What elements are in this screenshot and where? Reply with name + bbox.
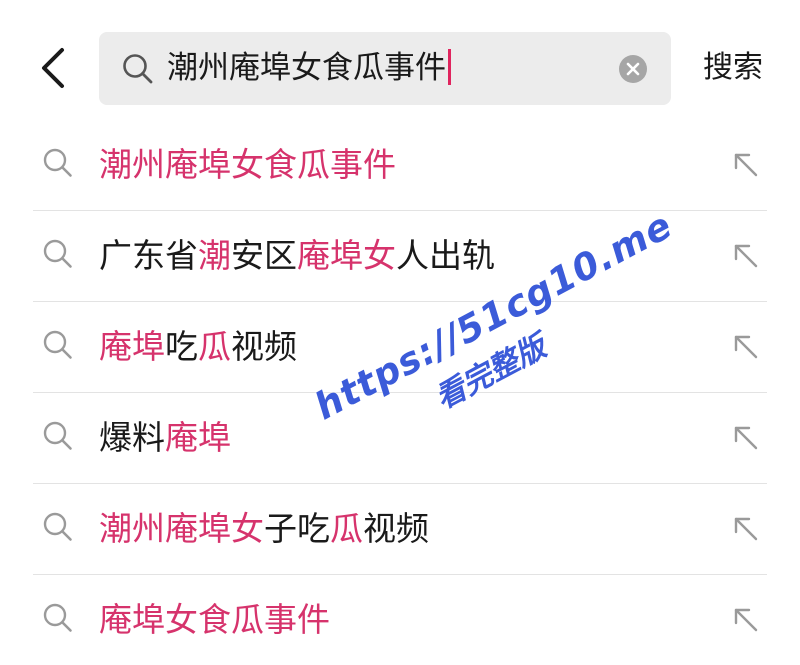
search-icon <box>43 239 72 268</box>
arrow-up-left-icon <box>734 608 758 632</box>
arrow-up-left-icon <box>734 426 758 450</box>
fill-query-button[interactable] <box>728 147 762 181</box>
search-input[interactable]: 潮州庵埠女食瓜事件 <box>99 32 671 105</box>
suggestion-text-part: 爆料 <box>99 418 165 457</box>
fill-query-button[interactable] <box>728 238 762 272</box>
search-icon <box>43 330 72 359</box>
matched-text: 庵埠女食瓜事件 <box>99 600 330 639</box>
search-icon <box>43 148 72 177</box>
suggestion-text-part: 广东省 <box>99 236 198 275</box>
suggestion-item[interactable]: 庵埠吃瓜视频 <box>33 302 767 393</box>
matched-text: 潮州庵埠女 <box>99 509 264 548</box>
search-icon <box>43 603 72 632</box>
arrow-up-left-icon <box>734 335 758 359</box>
matched-text: 瓜 <box>198 327 231 366</box>
back-button[interactable] <box>30 44 78 92</box>
matched-text: 庵埠女 <box>297 236 396 275</box>
suggestion-text: 庵埠吃瓜视频 <box>99 302 297 392</box>
suggestion-text-part: 吃 <box>165 327 198 366</box>
clear-button[interactable] <box>618 54 648 84</box>
suggestion-text: 广东省潮安区庵埠女人出轨 <box>99 211 495 301</box>
arrow-up-left-icon <box>734 153 758 177</box>
suggestion-text-part: 视频 <box>231 327 297 366</box>
suggestion-item[interactable]: 爆料庵埠 <box>33 393 767 484</box>
suggestion-text: 潮州庵埠女食瓜事件 <box>99 120 396 210</box>
suggestion-item[interactable]: 潮州庵埠女子吃瓜视频 <box>33 484 767 575</box>
arrow-up-left-icon <box>734 517 758 541</box>
matched-text: 瓜 <box>330 509 363 548</box>
search-header: 潮州庵埠女食瓜事件 搜索 <box>0 0 800 120</box>
suggestion-text-part: 子吃 <box>264 509 330 548</box>
clear-circle-icon <box>619 55 647 83</box>
matched-text: 庵埠 <box>99 327 165 366</box>
fill-query-button[interactable] <box>728 602 762 636</box>
search-query-field[interactable]: 潮州庵埠女食瓜事件 <box>167 32 451 105</box>
matched-text: 潮州庵埠女食瓜事件 <box>99 145 396 184</box>
search-query-text: 潮州庵埠女食瓜事件 <box>167 50 446 86</box>
arrow-up-left-icon <box>734 244 758 268</box>
suggestion-list: 潮州庵埠女食瓜事件 广东省潮安区庵埠女人出轨 庵埠吃瓜视频 爆料庵埠 潮州庵埠女子吃瓜视… <box>33 120 767 665</box>
text-caret <box>448 48 451 85</box>
search-icon <box>43 421 72 450</box>
search-submit-button[interactable]: 搜索 <box>703 40 763 96</box>
suggestion-text: 爆料庵埠 <box>99 393 231 483</box>
suggestion-item[interactable]: 潮州庵埠女食瓜事件 <box>33 120 767 211</box>
suggestion-text: 潮州庵埠女子吃瓜视频 <box>99 484 429 574</box>
chevron-left-icon <box>42 48 64 88</box>
search-icon <box>43 512 72 541</box>
fill-query-button[interactable] <box>728 511 762 545</box>
fill-query-button[interactable] <box>728 420 762 454</box>
matched-text: 庵埠 <box>165 418 231 457</box>
suggestion-text-part: 人出轨 <box>396 236 495 275</box>
search-icon <box>123 54 153 84</box>
matched-text: 潮 <box>198 236 231 275</box>
suggestion-text-part: 安区 <box>231 236 297 275</box>
suggestion-text-part: 视频 <box>363 509 429 548</box>
fill-query-button[interactable] <box>728 329 762 363</box>
suggestion-item[interactable]: 广东省潮安区庵埠女人出轨 <box>33 211 767 302</box>
